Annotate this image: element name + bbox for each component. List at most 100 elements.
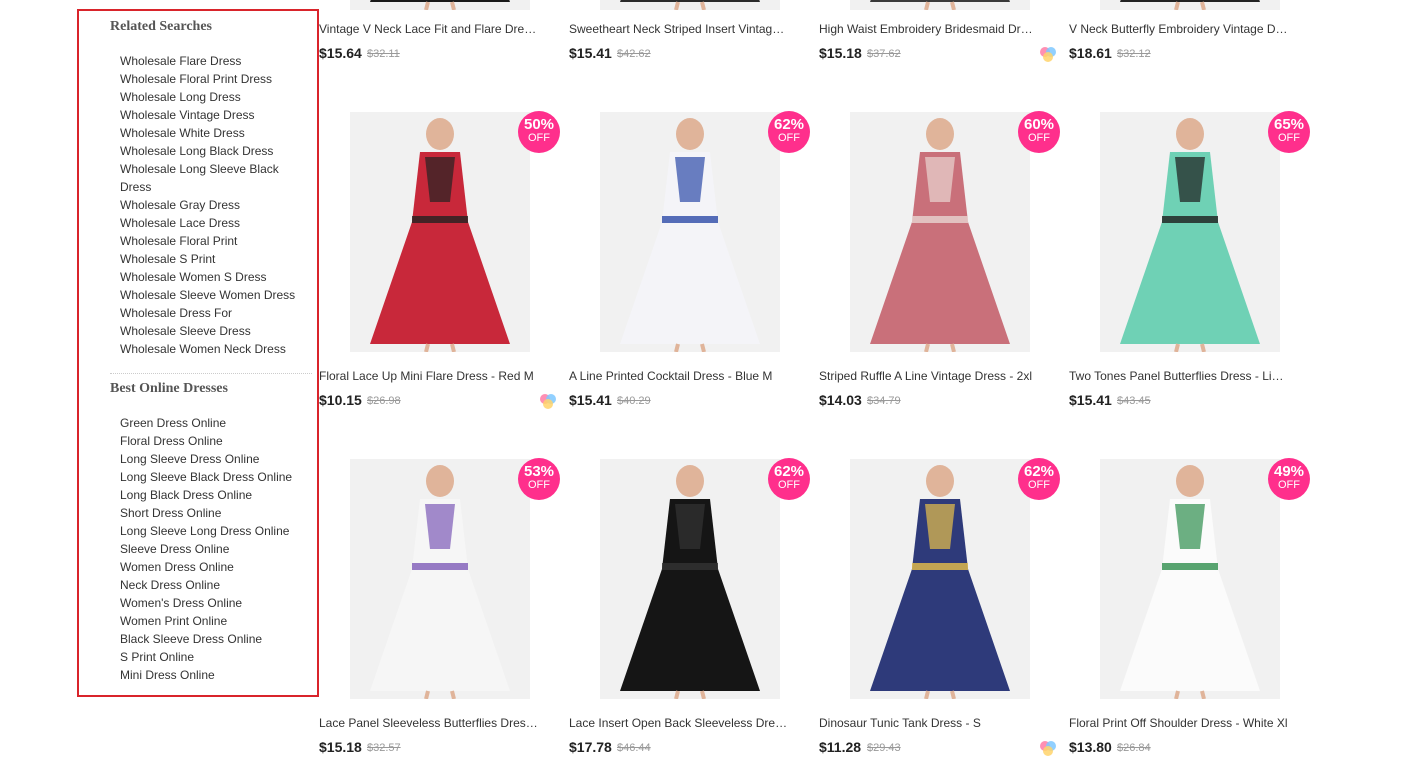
product-price: $10.15 xyxy=(319,392,362,408)
product-name-link[interactable]: High Waist Embroidery Bridesmaid Dress xyxy=(819,22,1039,36)
discount-off-label: OFF xyxy=(1028,132,1050,144)
product-name-link[interactable]: Floral Lace Up Mini Flare Dress - Red M xyxy=(319,369,539,383)
product-name-link[interactable]: Lace Insert Open Back Sleeveless Dress -… xyxy=(569,716,789,730)
discount-percent: 49% xyxy=(1273,463,1305,480)
discount-off-label: OFF xyxy=(1028,479,1050,491)
product-image[interactable] xyxy=(600,0,780,10)
product-image[interactable] xyxy=(600,459,780,699)
product-image[interactable] xyxy=(850,112,1030,352)
product-original-price: $32.57 xyxy=(367,742,401,754)
best-dress-link[interactable]: Short Dress Online xyxy=(120,504,310,522)
product-original-price: $40.29 xyxy=(617,395,651,407)
product-original-price: $29.43 xyxy=(867,742,901,754)
discount-badge: 65% OFF xyxy=(1268,111,1310,153)
product-original-price: $26.84 xyxy=(1117,742,1151,754)
best-dress-link[interactable]: Long Black Dress Online xyxy=(120,486,310,504)
product-original-price: $26.98 xyxy=(367,395,401,407)
related-search-link[interactable]: Wholesale S Print xyxy=(120,250,310,268)
sidebar-divider xyxy=(110,373,312,374)
related-search-link[interactable]: Wholesale Gray Dress xyxy=(120,196,310,214)
product-image[interactable] xyxy=(600,112,780,352)
product-price: $17.78 xyxy=(569,739,612,755)
product-name-link[interactable]: Dinosaur Tunic Tank Dress - S xyxy=(819,716,1039,730)
product-image[interactable] xyxy=(350,459,530,699)
color-swatch-icon[interactable] xyxy=(539,392,557,410)
best-dress-link[interactable]: Neck Dress Online xyxy=(120,576,310,594)
discount-badge: 62% OFF xyxy=(1018,458,1060,500)
product-price: $15.41 xyxy=(1069,392,1112,408)
related-search-link[interactable]: Wholesale Dress For xyxy=(120,304,310,322)
related-searches-panel: Related Searches Wholesale Flare Dress Wh… xyxy=(77,9,319,697)
related-search-link[interactable]: Wholesale Flare Dress xyxy=(120,52,310,70)
product-name-link[interactable]: Striped Ruffle A Line Vintage Dress - 2x… xyxy=(819,369,1039,383)
discount-off-label: OFF xyxy=(1278,132,1300,144)
product-image[interactable] xyxy=(850,0,1030,10)
discount-percent: 62% xyxy=(1023,463,1055,480)
color-swatch-icon[interactable] xyxy=(1039,739,1057,757)
related-search-link[interactable]: Wholesale Long Black Dress xyxy=(120,142,310,160)
related-search-link[interactable]: Wholesale Long Sleeve Black Dress xyxy=(120,160,310,196)
related-search-link[interactable]: Wholesale Women Neck Dress xyxy=(120,340,310,358)
product-price: $11.28 xyxy=(819,739,862,755)
discount-badge: 60% OFF xyxy=(1018,111,1060,153)
best-dress-link[interactable]: Green Dress Online xyxy=(120,414,310,432)
product-image[interactable] xyxy=(1100,112,1280,352)
discount-percent: 62% xyxy=(773,116,805,133)
product-image[interactable] xyxy=(1100,0,1280,10)
product-name-link[interactable]: Lace Panel Sleeveless Butterflies Dress … xyxy=(319,716,539,730)
product-original-price: $43.45 xyxy=(1117,395,1151,407)
best-dress-link[interactable]: Long Sleeve Long Dress Online xyxy=(120,522,310,540)
discount-percent: 60% xyxy=(1023,116,1055,133)
discount-off-label: OFF xyxy=(1278,479,1300,491)
product-original-price: $46.44 xyxy=(617,742,651,754)
product-original-price: $32.12 xyxy=(1117,48,1151,60)
related-search-link[interactable]: Wholesale Lace Dress xyxy=(120,214,310,232)
product-name-link[interactable]: Two Tones Panel Butterflies Dress - Ligh… xyxy=(1069,369,1289,383)
best-dress-link[interactable]: S Print Online xyxy=(120,648,310,666)
related-search-link[interactable]: Wholesale Floral Print xyxy=(120,232,310,250)
discount-badge: 53% OFF xyxy=(518,458,560,500)
product-original-price: $37.62 xyxy=(867,48,901,60)
product-image[interactable] xyxy=(350,112,530,352)
best-dress-link[interactable]: Mini Dress Online xyxy=(120,666,310,684)
product-price: $14.03 xyxy=(819,392,862,408)
related-search-link[interactable]: Wholesale White Dress xyxy=(120,124,310,142)
best-dress-link[interactable]: Sleeve Dress Online xyxy=(120,540,310,558)
product-price: $15.18 xyxy=(319,739,362,755)
related-search-link[interactable]: Wholesale Women S Dress xyxy=(120,268,310,286)
product-name-link[interactable]: Vintage V Neck Lace Fit and Flare Dress … xyxy=(319,22,539,36)
product-image[interactable] xyxy=(1100,459,1280,699)
product-price: $15.18 xyxy=(819,45,862,61)
best-dress-link[interactable]: Black Sleeve Dress Online xyxy=(120,630,310,648)
product-name-link[interactable]: A Line Printed Cocktail Dress - Blue M xyxy=(569,369,789,383)
best-dress-link[interactable]: Women Dress Online xyxy=(120,558,310,576)
discount-off-label: OFF xyxy=(528,132,550,144)
discount-off-label: OFF xyxy=(778,132,800,144)
product-price: $18.61 xyxy=(1069,45,1112,61)
discount-percent: 50% xyxy=(523,116,555,133)
product-image[interactable] xyxy=(850,459,1030,699)
best-dress-link[interactable]: Long Sleeve Dress Online xyxy=(120,450,310,468)
product-original-price: $42.62 xyxy=(617,48,651,60)
related-search-link[interactable]: Wholesale Sleeve Dress xyxy=(120,322,310,340)
related-search-link[interactable]: Wholesale Vintage Dress xyxy=(120,106,310,124)
discount-percent: 62% xyxy=(773,463,805,480)
product-name-link[interactable]: V Neck Butterfly Embroidery Vintage Dres… xyxy=(1069,22,1289,36)
best-dress-link[interactable]: Floral Dress Online xyxy=(120,432,310,450)
product-name-link[interactable]: Sweetheart Neck Striped Insert Vintage D… xyxy=(569,22,789,36)
best-dress-link[interactable]: Women Print Online xyxy=(120,612,310,630)
discount-badge: 49% OFF xyxy=(1268,458,1310,500)
best-online-dresses-list: Green Dress Online Floral Dress Online Lon… xyxy=(120,414,310,684)
discount-off-label: OFF xyxy=(778,479,800,491)
related-search-link[interactable]: Wholesale Floral Print Dress xyxy=(120,70,310,88)
color-swatch-icon[interactable] xyxy=(1039,45,1057,63)
best-dress-link[interactable]: Women's Dress Online xyxy=(120,594,310,612)
related-search-link[interactable]: Wholesale Long Dress xyxy=(120,88,310,106)
related-search-link[interactable]: Wholesale Sleeve Women Dress xyxy=(120,286,310,304)
discount-percent: 65% xyxy=(1273,116,1305,133)
product-image[interactable] xyxy=(350,0,530,10)
product-original-price: $34.79 xyxy=(867,395,901,407)
discount-badge: 50% OFF xyxy=(518,111,560,153)
product-name-link[interactable]: Floral Print Off Shoulder Dress - White … xyxy=(1069,716,1289,730)
best-dress-link[interactable]: Long Sleeve Black Dress Online xyxy=(120,468,310,486)
